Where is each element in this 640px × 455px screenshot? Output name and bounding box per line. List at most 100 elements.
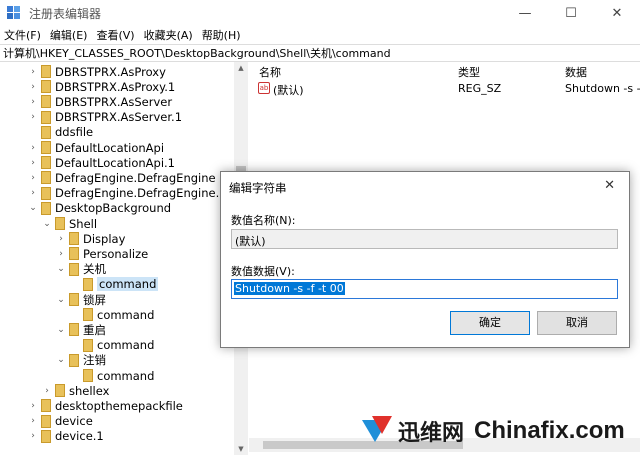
- chevron-right-icon[interactable]: ›: [28, 401, 38, 411]
- value-data-input[interactable]: Shutdown -s -f -t 00: [231, 279, 618, 299]
- menu-help[interactable]: 帮助(H): [202, 27, 241, 43]
- tree-item[interactable]: ⌄ DesktopBackground: [28, 201, 171, 216]
- value-data: Shutdown -s -t: [565, 82, 640, 95]
- chevron-right-icon[interactable]: ›: [28, 188, 38, 198]
- tree-item[interactable]: ⌄ Shell: [42, 216, 97, 231]
- tree-item-label: DBRSTPRX.AsProxy: [55, 64, 166, 79]
- folder-icon: [55, 384, 65, 398]
- watermark-en-text: Chinafix.com: [474, 416, 625, 444]
- column-data[interactable]: 数据: [565, 64, 587, 80]
- tree-item-label: shellex: [69, 383, 110, 398]
- chevron-right-icon[interactable]: ›: [28, 158, 38, 168]
- tree-item[interactable]: ddsfile: [28, 125, 93, 140]
- tree-item-label: command: [97, 307, 155, 322]
- folder-icon: [41, 156, 51, 170]
- chevron-right-icon[interactable]: ›: [28, 173, 38, 183]
- list-header: 名称 类型 数据: [249, 62, 640, 80]
- folder-icon: [41, 171, 51, 185]
- tree-item[interactable]: › device: [28, 414, 93, 429]
- tree-item[interactable]: › DBRSTPRX.AsProxy.1: [28, 79, 175, 94]
- column-name[interactable]: 名称: [259, 64, 281, 80]
- tree-item[interactable]: command: [70, 368, 154, 383]
- menu-view[interactable]: 查看(V): [96, 27, 134, 43]
- menu-bar: 文件(F) 编辑(E) 查看(V) 收藏夹(A) 帮助(H): [0, 26, 640, 44]
- folder-icon: [41, 80, 51, 94]
- chevron-down-icon[interactable]: ⌄: [56, 325, 66, 335]
- chevron-right-icon[interactable]: ›: [28, 112, 38, 122]
- scroll-up-icon[interactable]: ▲: [234, 62, 248, 74]
- tree-item-label: DBRSTPRX.AsProxy.1: [55, 79, 176, 94]
- tree-item[interactable]: ⌄ 关机: [56, 262, 106, 277]
- tree-item-label: desktopthemepackfile: [55, 398, 183, 413]
- value-name-field: (默认): [231, 229, 618, 249]
- dialog-close-icon[interactable]: ✕: [604, 178, 615, 193]
- tree-item[interactable]: › DBRSTPRX.AsServer: [28, 94, 172, 109]
- tree-item[interactable]: › DefragEngine.DefragEngine.1: [28, 186, 227, 201]
- dialog-title-bar: 编辑字符串 ✕: [221, 172, 629, 200]
- chevron-down-icon[interactable]: ⌄: [56, 264, 66, 274]
- chevron-down-icon[interactable]: ⌄: [28, 203, 38, 213]
- menu-favorites[interactable]: 收藏夹(A): [144, 27, 193, 43]
- tree-item[interactable]: › DBRSTPRX.AsServer.1: [28, 110, 182, 125]
- chevron-down-icon[interactable]: ⌄: [56, 355, 66, 365]
- scroll-down-icon[interactable]: ▼: [234, 443, 248, 455]
- value-data-text: Shutdown -s -f -t 00: [234, 282, 345, 295]
- chevron-right-icon[interactable]: ›: [28, 97, 38, 107]
- tree-item[interactable]: ⌄ 重启: [56, 322, 106, 337]
- tree-item[interactable]: › DefaultLocationApi.1: [28, 155, 175, 170]
- tree-item-label: command: [97, 277, 159, 292]
- tree-item[interactable]: command: [70, 307, 154, 322]
- chevron-right-icon[interactable]: ›: [28, 82, 38, 92]
- tree-item[interactable]: › DBRSTPRX.AsProxy: [28, 64, 166, 79]
- tree-item-label: command: [97, 338, 155, 353]
- menu-edit[interactable]: 编辑(E): [50, 27, 88, 43]
- dialog-title: 编辑字符串: [229, 181, 287, 195]
- chevron-right-icon[interactable]: ›: [28, 431, 38, 441]
- address-bar[interactable]: 计算机\HKEY_CLASSES_ROOT\DesktopBackground\…: [0, 44, 640, 62]
- chevron-right-icon[interactable]: ›: [28, 416, 38, 426]
- tree-item-label: ddsfile: [55, 125, 94, 140]
- folder-icon: [69, 353, 79, 367]
- value-row[interactable]: ab (默认) REG_SZ Shutdown -s -t: [249, 80, 640, 97]
- tree-item-label: DefragEngine.DefragEngine.1: [55, 186, 227, 201]
- tree-item-label: Personalize: [83, 246, 149, 261]
- chevron-down-icon[interactable]: ⌄: [42, 219, 52, 229]
- tree-item[interactable]: › desktopthemepackfile: [28, 398, 183, 413]
- chevron-right-icon[interactable]: ›: [28, 67, 38, 77]
- chevron-right-icon[interactable]: ›: [28, 143, 38, 153]
- folder-icon: [83, 369, 93, 382]
- chevron-down-icon[interactable]: ⌄: [56, 295, 66, 305]
- close-button[interactable]: ✕: [594, 0, 640, 26]
- tree-item[interactable]: › shellex: [42, 383, 109, 398]
- tree-item[interactable]: › DefragEngine.DefragEngine: [28, 170, 215, 185]
- ok-button[interactable]: 确定: [450, 311, 530, 335]
- tree-item[interactable]: › Display: [56, 231, 125, 246]
- tree-item[interactable]: command: [70, 338, 154, 353]
- minimize-button[interactable]: —: [502, 0, 548, 26]
- cancel-button[interactable]: 取消: [537, 311, 617, 335]
- tree-item[interactable]: › DefaultLocationApi: [28, 140, 164, 155]
- folder-icon: [41, 125, 51, 139]
- chevron-right-icon[interactable]: ›: [56, 249, 66, 259]
- tree-item[interactable]: command: [70, 277, 159, 292]
- tree-item-label: DefaultLocationApi.1: [55, 155, 175, 170]
- folder-icon: [83, 277, 93, 291]
- value-name: (默认): [273, 84, 304, 97]
- maximize-button[interactable]: ☐: [548, 0, 594, 26]
- tree-item-label: command: [97, 368, 155, 383]
- folder-icon: [41, 201, 51, 215]
- window-title: 注册表编辑器: [29, 6, 102, 21]
- chevron-right-icon[interactable]: ›: [56, 234, 66, 244]
- tree-item-label: DefaultLocationApi: [55, 140, 165, 155]
- tree-item[interactable]: › device.1: [28, 429, 104, 444]
- title-bar: 注册表编辑器 — ☐ ✕: [0, 0, 640, 26]
- menu-file[interactable]: 文件(F): [4, 27, 41, 43]
- folder-icon: [41, 65, 51, 78]
- column-type[interactable]: 类型: [458, 64, 480, 80]
- chevron-right-icon[interactable]: ›: [42, 386, 52, 396]
- tree-item[interactable]: ⌄ 锁屏: [56, 292, 106, 307]
- edit-string-dialog: 编辑字符串 ✕ 数值名称(N): (默认) 数值数据(V): Shutdown …: [220, 171, 630, 348]
- tree-item[interactable]: › Personalize: [56, 246, 148, 261]
- chinafix-logo-icon: [362, 415, 392, 446]
- tree-item[interactable]: ⌄ 注销: [56, 353, 106, 368]
